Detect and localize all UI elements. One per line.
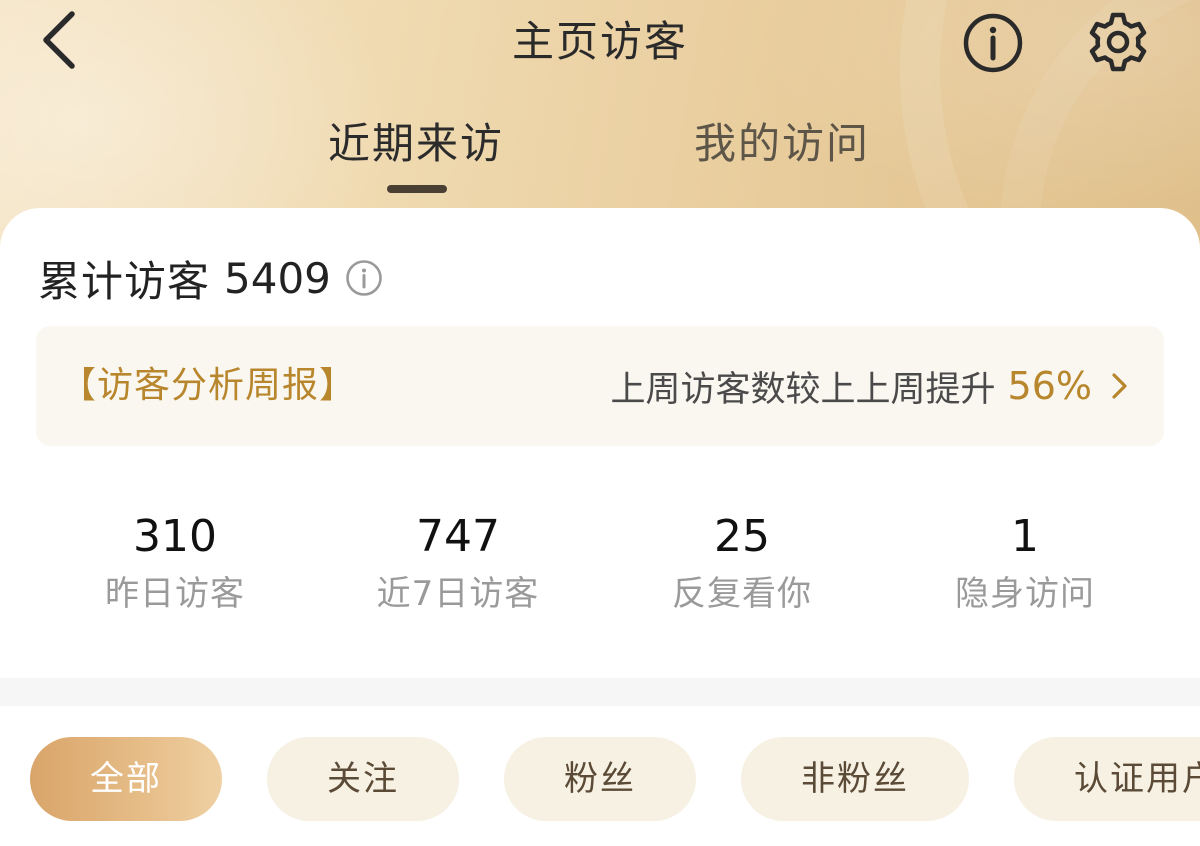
stat-yesterday-visitors[interactable]: 310 昨日访客 bbox=[33, 508, 317, 618]
section-divider bbox=[0, 678, 1200, 706]
stat-value: 25 bbox=[714, 511, 770, 562]
stat-value: 1 bbox=[1011, 511, 1039, 562]
stat-repeat-visitors[interactable]: 25 反复看你 bbox=[600, 508, 884, 618]
top-bar: 主页访客 bbox=[0, 0, 1200, 90]
filter-chip-all[interactable]: 全部 bbox=[30, 737, 222, 821]
visitor-tabs: 近期来访 我的访问 bbox=[0, 112, 1200, 202]
tab-my-visits[interactable]: 我的访问 bbox=[694, 112, 870, 176]
info-button[interactable] bbox=[962, 12, 1024, 74]
filter-chip-verified-users[interactable]: 认证用户 bbox=[1014, 737, 1200, 821]
weekly-report-description: 上周访客数较上上周提升 bbox=[610, 369, 996, 410]
active-tab-indicator bbox=[387, 185, 447, 193]
stat-label: 昨日访客 bbox=[105, 574, 245, 614]
stat-label: 反复看你 bbox=[672, 574, 812, 614]
weekly-report-summary: 上周访客数较上上周提升 56% bbox=[611, 326, 1130, 446]
total-visitors-value: 5409 bbox=[224, 253, 331, 303]
info-circle-icon bbox=[963, 13, 1023, 73]
stat-invisible-visits[interactable]: 1 隐身访问 bbox=[883, 508, 1167, 618]
total-visitors-label: 累计访客 bbox=[38, 256, 211, 306]
visitor-filter-bar: 全部 关注 粉丝 非粉丝 认证用户 bbox=[0, 706, 1200, 846]
visitor-stats: 310 昨日访客 747 近7日访客 25 反复看你 1 隐身访问 bbox=[0, 508, 1200, 628]
stat-value: 310 bbox=[133, 511, 217, 562]
tab-recent-visits[interactable]: 近期来访 bbox=[328, 112, 504, 176]
total-visitors-row: 累计访客 5409 bbox=[38, 248, 383, 308]
visitor-summary-card: 累计访客 5409 【访客分析周报】 上周访客数较上上周提升 56% 310 昨… bbox=[0, 208, 1200, 678]
stat-label: 隐身访问 bbox=[955, 574, 1095, 614]
stat-label: 近7日访客 bbox=[376, 574, 540, 614]
stat-7day-visitors[interactable]: 747 近7日访客 bbox=[316, 508, 600, 618]
info-circle-icon[interactable] bbox=[345, 259, 383, 297]
weekly-report-percent: 56% bbox=[1007, 364, 1092, 408]
gear-icon bbox=[1089, 12, 1147, 72]
filter-chip-non-fans[interactable]: 非粉丝 bbox=[741, 737, 969, 821]
weekly-report-banner[interactable]: 【访客分析周报】 上周访客数较上上周提升 56% bbox=[36, 326, 1164, 446]
settings-button[interactable] bbox=[1086, 10, 1150, 74]
chevron-right-icon bbox=[1112, 373, 1127, 399]
weekly-report-title: 【访客分析周报】 bbox=[60, 365, 357, 406]
stat-value: 747 bbox=[416, 511, 500, 562]
filter-chip-fans[interactable]: 粉丝 bbox=[504, 737, 696, 821]
filter-chip-following[interactable]: 关注 bbox=[267, 737, 459, 821]
